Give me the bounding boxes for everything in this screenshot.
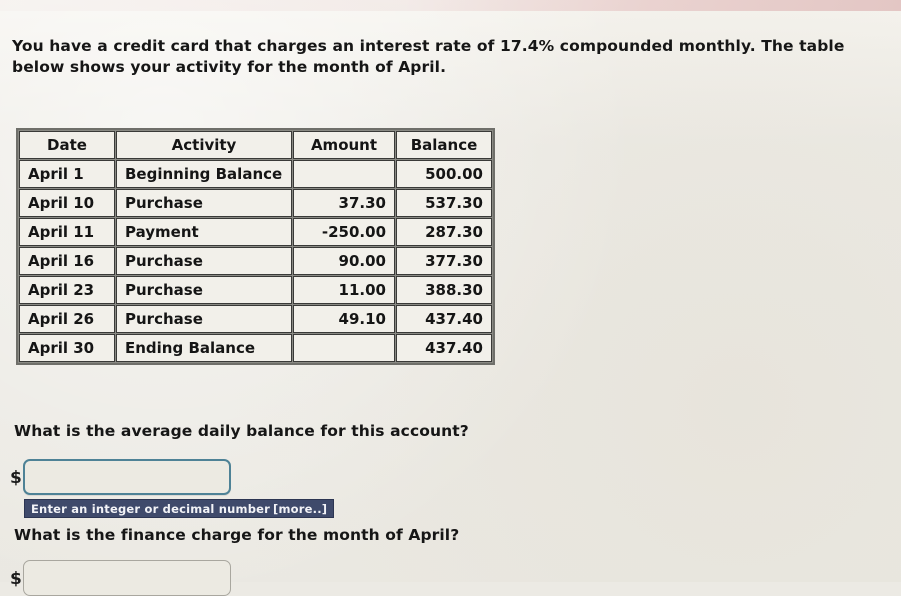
cell-date: April 16 [19,247,115,275]
cell-activity: Purchase [116,276,292,304]
finance-charge-input[interactable] [22,560,231,596]
cell-amount [293,160,395,188]
cell-activity: Purchase [116,189,292,217]
cell-activity: Purchase [116,305,292,333]
cell-date: April 1 [19,160,115,188]
cell-activity: Purchase [116,247,292,275]
cell-amount [293,334,395,362]
table-row: April 16 Purchase 90.00 377.30 [19,247,492,275]
average-daily-balance-input[interactable] [22,459,231,495]
column-header-date: Date [19,131,115,159]
account-activity-table: Date Activity Amount Balance April 1 Beg… [16,128,495,365]
cell-activity: Ending Balance [116,334,292,362]
table-header-row: Date Activity Amount Balance [19,131,492,159]
cell-balance: 437.40 [396,305,492,333]
column-header-balance: Balance [396,131,492,159]
answer-field-group-2: $ [10,560,231,596]
input-format-hint: Enter an integer or decimal number [more… [24,499,335,518]
cell-date: April 30 [19,334,115,362]
cell-balance: 388.30 [396,276,492,304]
cell-date: April 10 [19,189,115,217]
dollar-sign-icon: $ [10,568,22,589]
cell-date: April 26 [19,305,115,333]
cell-balance: 287.30 [396,218,492,246]
table-row: April 23 Purchase 11.00 388.30 [19,276,492,304]
table-row: April 1 Beginning Balance 500.00 [19,160,492,188]
cell-amount: 49.10 [293,305,395,333]
hint-more-link[interactable]: [more..] [273,502,327,516]
table-row: April 26 Purchase 49.10 437.40 [19,305,492,333]
cell-amount: 37.30 [293,189,395,217]
cell-activity: Beginning Balance [116,160,292,188]
problem-statement: You have a credit card that charges an i… [12,36,845,76]
question-finance-charge: What is the finance charge for the month… [14,526,460,544]
cell-date: April 23 [19,276,115,304]
cell-amount: 90.00 [293,247,395,275]
table-row: April 10 Purchase 37.30 537.30 [19,189,492,217]
cell-amount: -250.00 [293,218,395,246]
cell-amount: 11.00 [293,276,395,304]
worksheet-content: You have a credit card that charges an i… [0,0,901,596]
cell-balance: 537.30 [396,189,492,217]
column-header-amount: Amount [293,131,395,159]
cell-balance: 377.30 [396,247,492,275]
cell-balance: 500.00 [396,160,492,188]
table-body: April 1 Beginning Balance 500.00 April 1… [19,160,492,362]
cell-balance: 437.40 [396,334,492,362]
table-row: April 30 Ending Balance 437.40 [19,334,492,362]
dollar-sign-icon: $ [10,467,22,488]
column-header-activity: Activity [116,131,292,159]
hint-text: Enter an integer or decimal number [31,501,271,516]
table-row: April 11 Payment -250.00 287.30 [19,218,492,246]
cell-date: April 11 [19,218,115,246]
question-average-daily-balance: What is the average daily balance for th… [14,422,469,440]
cell-activity: Payment [116,218,292,246]
answer-field-group-1: $ [10,459,231,495]
